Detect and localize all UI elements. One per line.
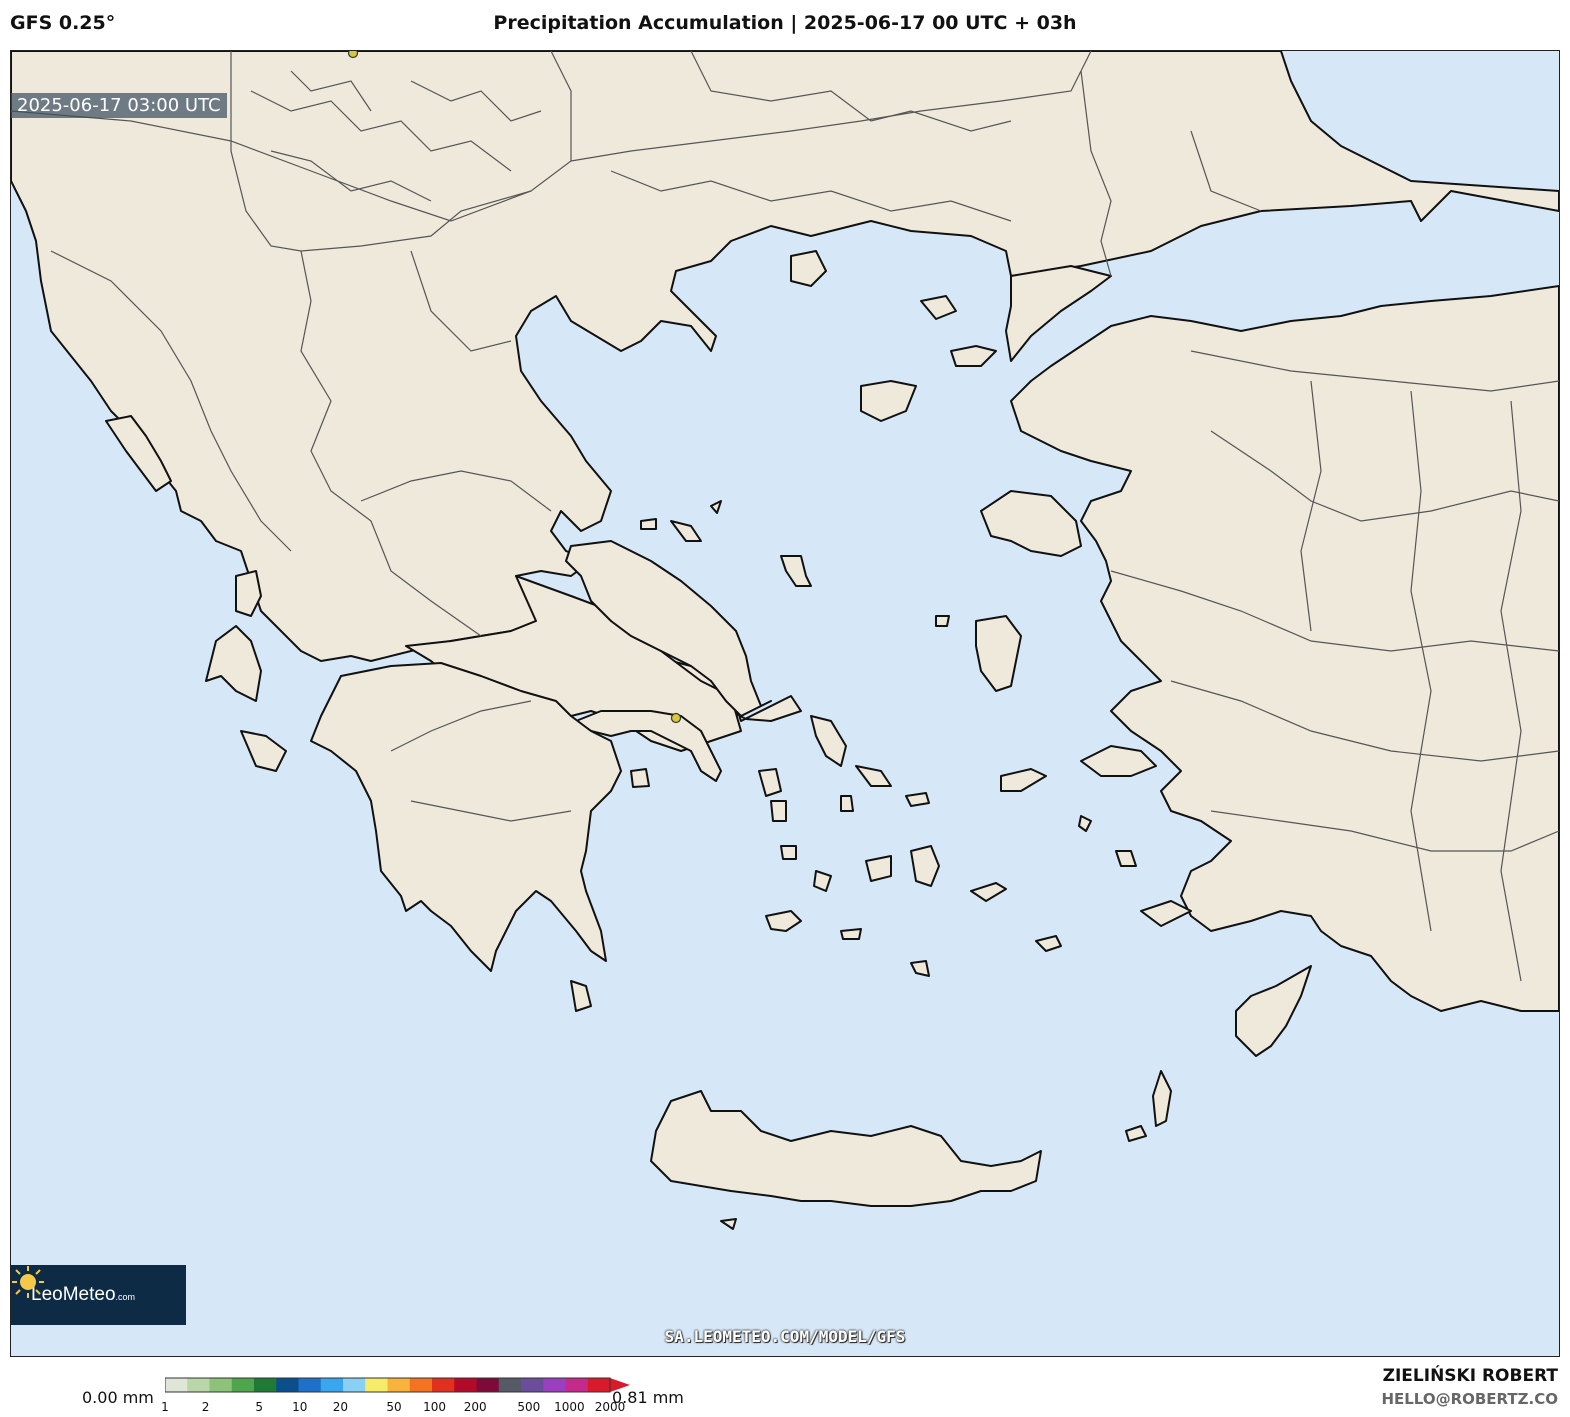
legend-tick-label: 5 bbox=[255, 1400, 264, 1414]
legend-color-swatch bbox=[298, 1378, 322, 1392]
kos bbox=[1140, 900, 1192, 927]
legend-tick-label: 50 bbox=[386, 1400, 402, 1414]
legend-color-swatch bbox=[387, 1378, 411, 1392]
author-credit: ZIELIŃSKI ROBERT bbox=[1382, 1366, 1558, 1386]
legend-tick-label: 1 bbox=[161, 1400, 169, 1414]
legend-color-swatch bbox=[543, 1378, 566, 1392]
santorini bbox=[910, 960, 930, 977]
skopelos bbox=[670, 520, 702, 542]
legend-tick-label: 1000 bbox=[554, 1400, 585, 1414]
amorgos bbox=[970, 882, 1007, 902]
legend-color-swatch bbox=[365, 1378, 388, 1392]
lefkada bbox=[235, 570, 262, 617]
legend-colorbar bbox=[165, 1377, 630, 1393]
kefalonia bbox=[205, 625, 262, 702]
alonissos bbox=[710, 500, 722, 514]
legend-color-swatch bbox=[254, 1378, 277, 1392]
psara bbox=[935, 615, 950, 627]
lesbos bbox=[980, 490, 1082, 557]
serifos bbox=[780, 845, 797, 860]
leros bbox=[1078, 815, 1092, 832]
legend-color-swatch bbox=[498, 1378, 522, 1392]
map-title: Precipitation Accumulation | 2025-06-17 … bbox=[493, 12, 1077, 34]
aegina bbox=[630, 768, 650, 788]
legend-color-swatch bbox=[231, 1378, 255, 1392]
author-email: HELLO@ROBERTZ.CO bbox=[1381, 1390, 1558, 1408]
skyros bbox=[780, 555, 812, 587]
lemnos bbox=[860, 380, 917, 422]
syros bbox=[840, 795, 854, 812]
legend-tick-label: 2000 bbox=[594, 1400, 626, 1414]
legend-ticks: 1 2 5 10 20 50 100 200 500 1000 2000 bbox=[0, 1400, 700, 1417]
valid-time-label: 2025-06-17 03:00 UTC bbox=[11, 93, 227, 118]
samos bbox=[1080, 745, 1157, 777]
legend-color-swatch bbox=[454, 1378, 477, 1392]
chios bbox=[975, 615, 1022, 692]
map-frame: 2025-06-17 03:00 UTC LeoMeteo.com SA.LEO… bbox=[10, 50, 1560, 1357]
legend-tick-label: 10 bbox=[292, 1400, 308, 1414]
milos bbox=[765, 910, 802, 932]
kythira bbox=[570, 980, 592, 1012]
folegandros bbox=[840, 928, 862, 940]
legend-tick-label: 500 bbox=[517, 1400, 541, 1414]
legend-tick-label: 100 bbox=[423, 1400, 447, 1414]
rhodes bbox=[1235, 965, 1312, 1057]
paros bbox=[865, 855, 892, 882]
logo-text: LeoMeteo.com bbox=[31, 1284, 136, 1305]
astypalaia bbox=[1035, 935, 1062, 952]
imbros bbox=[950, 345, 997, 367]
legend-color-swatch bbox=[187, 1378, 210, 1392]
thasos bbox=[790, 250, 827, 287]
city-marker-athens bbox=[670, 712, 682, 724]
ikaria bbox=[1000, 768, 1047, 792]
zakynthos bbox=[240, 730, 287, 772]
kasos bbox=[1125, 1125, 1147, 1142]
legend-tick-label: 200 bbox=[463, 1400, 487, 1414]
sun-icon bbox=[12, 1266, 44, 1298]
legend-color-swatch bbox=[165, 1378, 188, 1392]
legend-tick-label: 20 bbox=[332, 1400, 349, 1414]
gavdos bbox=[720, 1218, 737, 1230]
mykonos bbox=[905, 792, 930, 807]
skiathos bbox=[640, 518, 657, 530]
watermark-url: SA.LEOMETEO.COM/MODEL/GFS bbox=[664, 1327, 906, 1346]
karpathos bbox=[1152, 1070, 1172, 1127]
andros bbox=[810, 715, 847, 767]
legend-color-swatch bbox=[587, 1378, 611, 1392]
legend-color-swatch bbox=[521, 1378, 544, 1392]
city-marker-sofia bbox=[347, 51, 359, 59]
legend-color-swatch bbox=[276, 1378, 299, 1392]
legend-color-swatch bbox=[209, 1378, 233, 1392]
legend-color-swatch bbox=[565, 1378, 589, 1392]
legend-color-swatch bbox=[343, 1378, 366, 1392]
leometeo-logo: LeoMeteo.com bbox=[11, 1265, 186, 1325]
legend-tick-label: 2 bbox=[201, 1400, 210, 1414]
kythnos bbox=[770, 800, 787, 822]
legend-color-swatch bbox=[476, 1378, 500, 1392]
samothrace bbox=[920, 295, 957, 320]
naxos bbox=[910, 845, 940, 887]
tinos bbox=[855, 765, 892, 787]
legend-color-swatch bbox=[320, 1378, 344, 1392]
sifnos bbox=[813, 870, 832, 892]
map-canvas bbox=[11, 51, 1559, 1230]
legend-color-swatch bbox=[409, 1378, 433, 1392]
crete bbox=[650, 1090, 1042, 1207]
anatolia bbox=[1010, 285, 1559, 1012]
kalymnos bbox=[1115, 850, 1137, 867]
legend-color-swatch bbox=[432, 1378, 455, 1392]
kea bbox=[758, 768, 782, 797]
